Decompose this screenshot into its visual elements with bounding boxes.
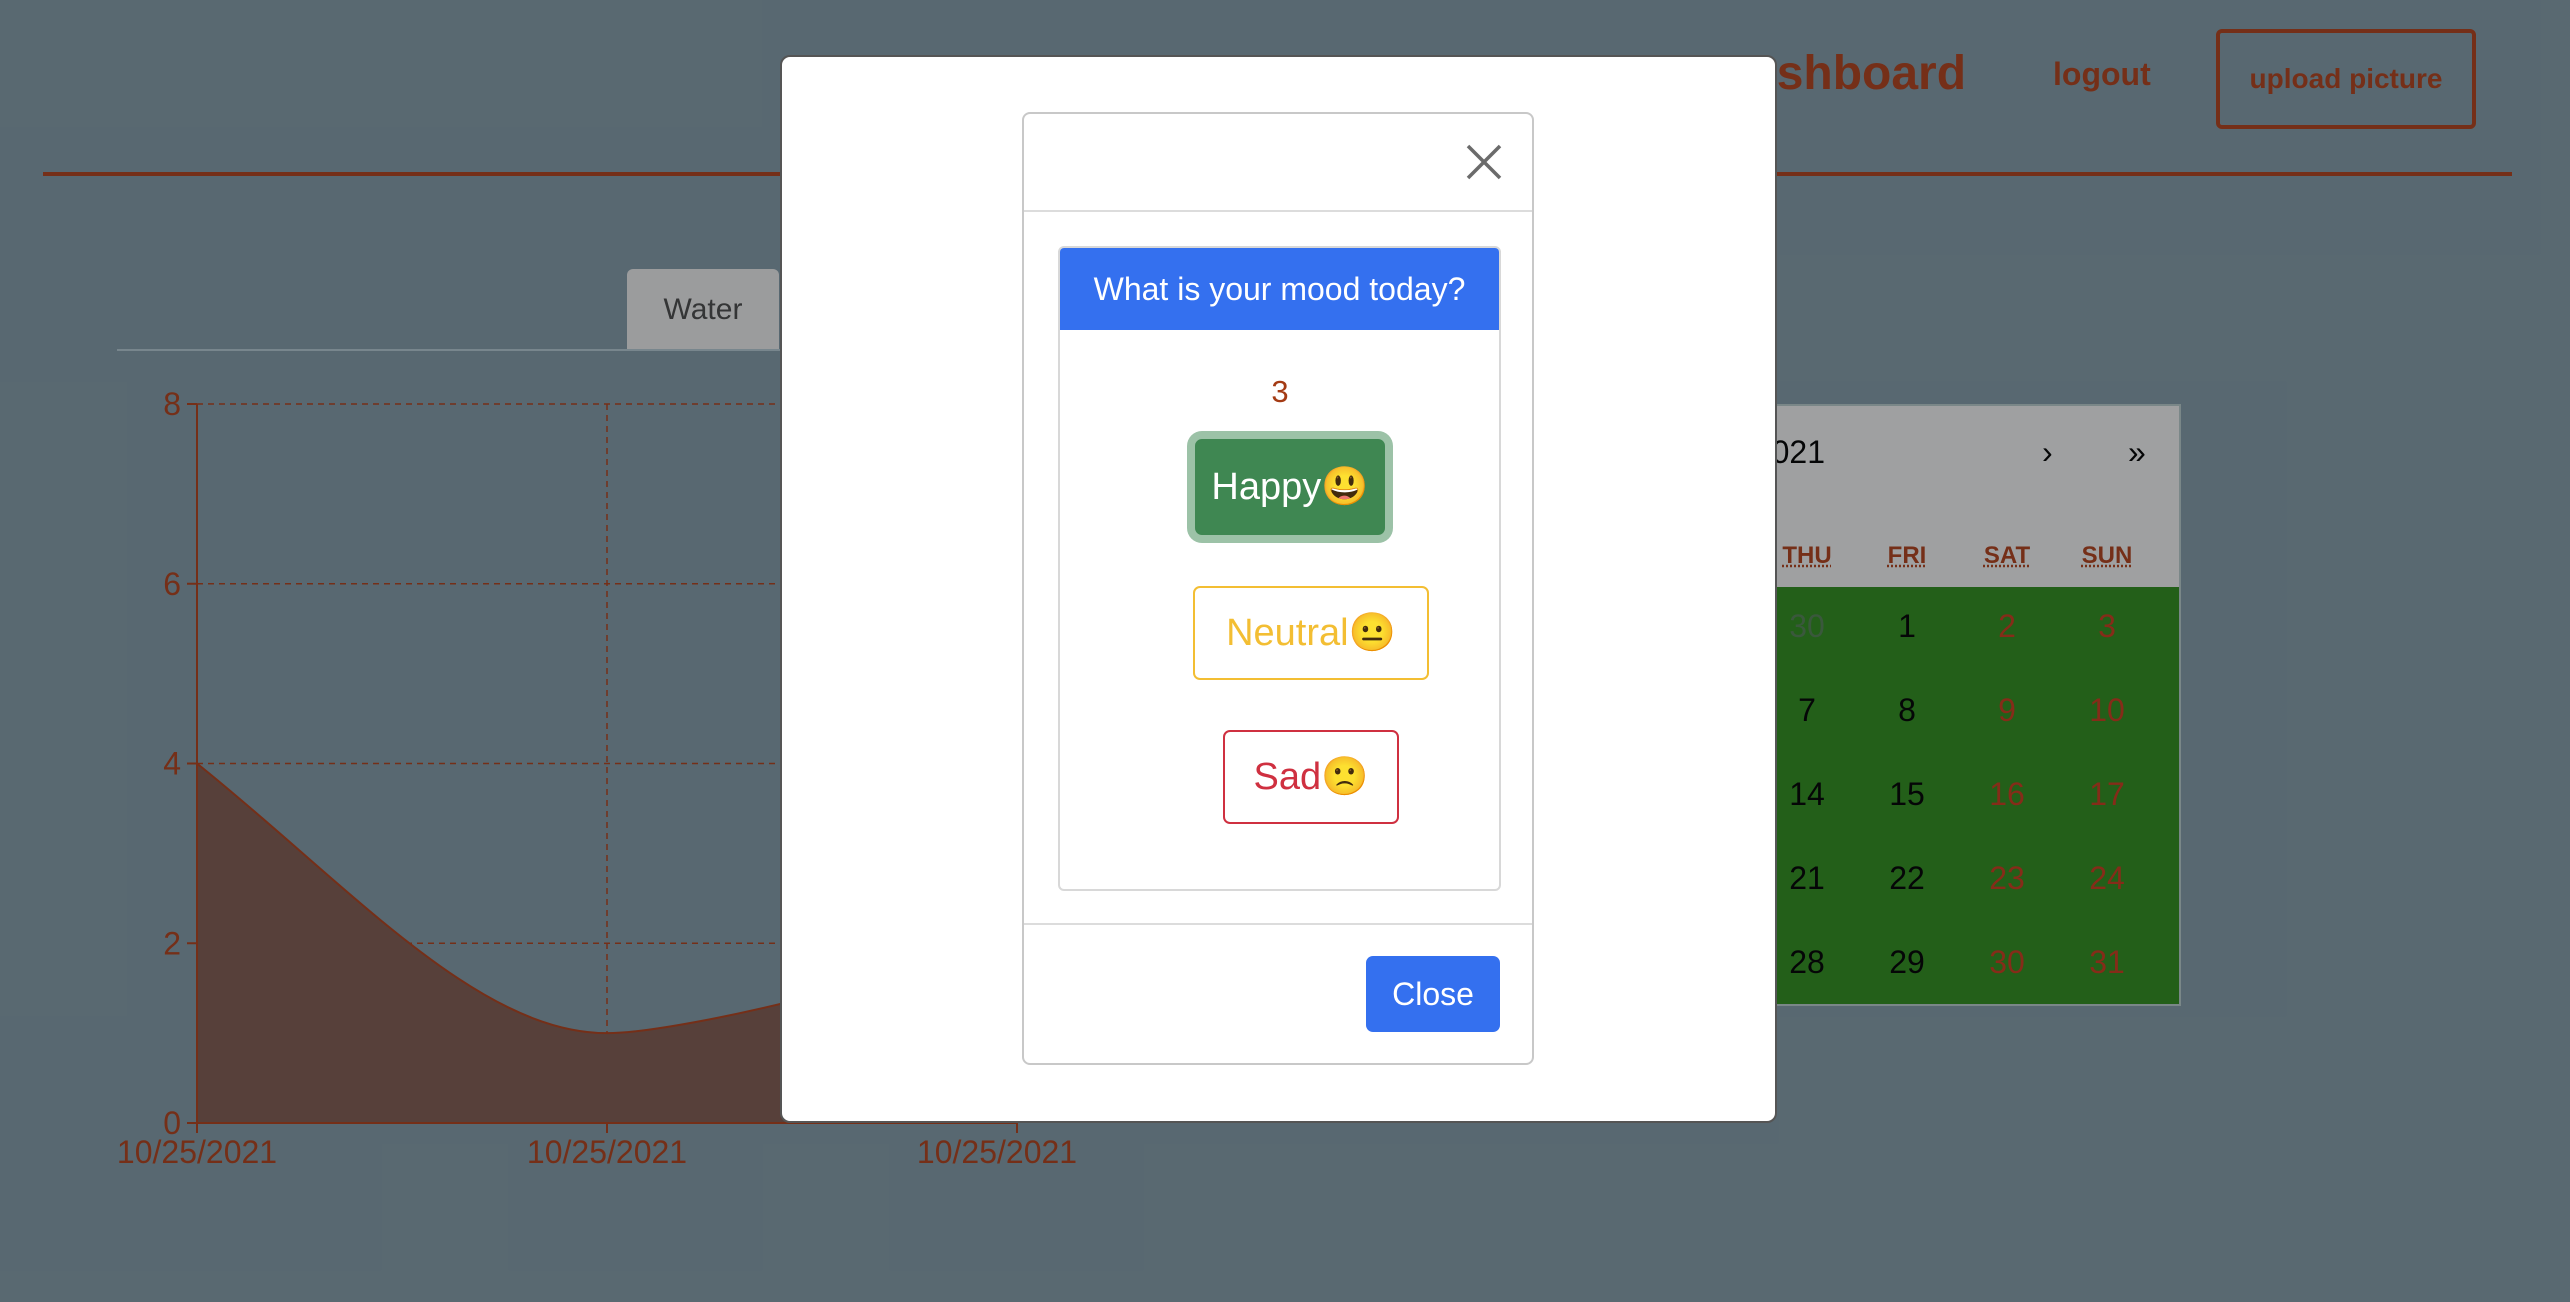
- sad-button[interactable]: Sad🙁: [1223, 730, 1399, 824]
- mood-modal: What is your mood today? 3 Happy😃 Neutra…: [1022, 112, 1534, 1065]
- modal-footer-divider: [1024, 923, 1532, 925]
- happy-button[interactable]: Happy😃: [1195, 439, 1385, 535]
- mood-card-title: What is your mood today?: [1060, 248, 1499, 330]
- modal-header-divider: [1024, 210, 1532, 212]
- close-button[interactable]: Close: [1366, 956, 1500, 1032]
- mood-value: 3: [1271, 374, 1289, 409]
- mood-card: What is your mood today? 3 Happy😃 Neutra…: [1058, 246, 1501, 891]
- close-icon[interactable]: [1464, 142, 1504, 182]
- neutral-button[interactable]: Neutral😐: [1193, 586, 1429, 680]
